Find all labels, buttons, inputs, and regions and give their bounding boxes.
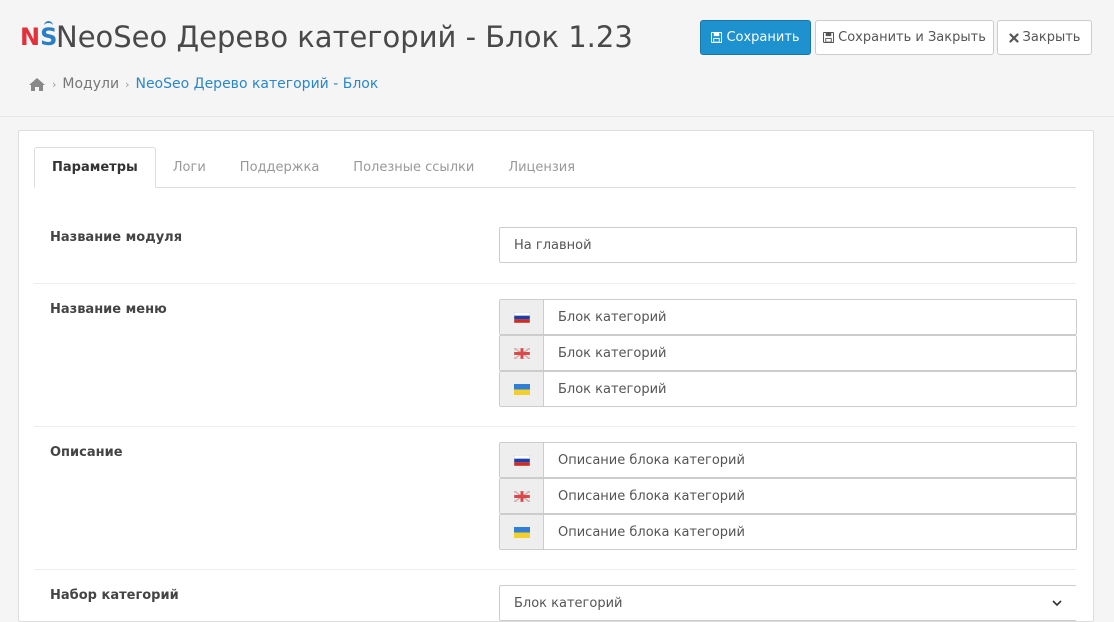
logo-letter-s: S <box>40 21 58 51</box>
flag-en-addon <box>500 336 544 370</box>
breadcrumb-item-modules[interactable]: Модули <box>62 76 119 92</box>
breadcrumb-separator: › <box>52 77 57 91</box>
close-icon <box>1008 32 1019 43</box>
module-name-row: Название модуля На главной <box>34 207 1077 283</box>
chevron-down-icon <box>1052 599 1062 606</box>
home-icon[interactable] <box>28 77 46 92</box>
flag-en-addon <box>500 479 544 513</box>
tab-support[interactable]: Поддержка <box>223 147 337 187</box>
menu-name-en-input[interactable]: Блок категорий <box>544 336 681 370</box>
menu-name-row: Название меню Блок категорий Блок катего… <box>34 283 1077 427</box>
description-en-input[interactable]: Описание блока категорий <box>544 479 759 513</box>
flag-ua-addon <box>500 515 544 549</box>
category-set-row: Набор категорий Блок категорий <box>34 569 1076 622</box>
breadcrumb: › Модули › NeoSeo Дерево категорий - Бло… <box>28 76 378 92</box>
tab-logs[interactable]: Логи <box>156 147 223 187</box>
flag-ru-icon <box>513 454 530 466</box>
menu-name-ru-input[interactable]: Блок категорий <box>544 300 681 334</box>
tab-bar: Параметры Логи Поддержка Полезные ссылки… <box>34 147 1076 188</box>
menu-name-label: Название меню <box>50 302 167 317</box>
module-name-label: Название модуля <box>50 230 183 245</box>
settings-panel: Параметры Логи Поддержка Полезные ссылки… <box>18 130 1094 622</box>
breadcrumb-separator: › <box>125 77 130 91</box>
menu-name-en-group: Блок категорий <box>499 335 1077 371</box>
flag-uk-icon <box>513 490 530 502</box>
description-en-group: Описание блока категорий <box>499 478 1077 514</box>
save-and-close-button-label: Сохранить и Закрыть <box>838 30 986 45</box>
flag-ru-addon <box>500 443 544 477</box>
close-button-label: Закрыть <box>1022 30 1081 45</box>
close-button[interactable]: Закрыть <box>997 20 1092 55</box>
flag-ua-icon <box>513 526 530 538</box>
tab-license[interactable]: Лицензия <box>491 147 592 187</box>
module-name-input[interactable]: На главной <box>499 227 1077 263</box>
flag-ua-icon <box>513 383 530 395</box>
flag-ua-addon <box>500 372 544 406</box>
logo-letter-n: N <box>20 23 41 51</box>
floppy-disk-icon <box>823 32 835 43</box>
menu-name-ua-input[interactable]: Блок категорий <box>544 372 681 406</box>
save-and-close-button[interactable]: Сохранить и Закрыть <box>815 20 994 55</box>
neoseo-logo: N S <box>20 21 58 51</box>
description-label: Описание <box>50 445 123 460</box>
category-set-selected-value: Блок категорий <box>514 595 623 611</box>
breadcrumb-item-current[interactable]: NeoSeo Дерево категорий - Блок <box>135 76 378 92</box>
save-button-label: Сохранить <box>726 30 800 45</box>
description-ua-input[interactable]: Описание блока категорий <box>544 515 759 549</box>
flag-uk-icon <box>513 347 530 359</box>
flag-ru-icon <box>513 311 530 323</box>
description-row: Описание Описание блока категорий Описан… <box>34 426 1077 570</box>
page-title: NeoSeo Дерево категорий - Блок 1.23 <box>56 20 633 54</box>
page-header: N S NeoSeo Дерево категорий - Блок 1.23 … <box>0 0 1114 117</box>
description-ru-group: Описание блока категорий <box>499 442 1077 478</box>
save-button[interactable]: Сохранить <box>700 20 811 55</box>
menu-name-ua-group: Блок категорий <box>499 371 1077 407</box>
tab-parameters[interactable]: Параметры <box>34 147 156 188</box>
description-ua-group: Описание блока категорий <box>499 514 1077 550</box>
tab-useful-links[interactable]: Полезные ссылки <box>336 147 491 187</box>
category-set-select[interactable]: Блок категорий <box>499 585 1076 621</box>
description-ru-input[interactable]: Описание блока категорий <box>544 443 759 477</box>
category-set-label: Набор категорий <box>50 588 179 603</box>
floppy-disk-icon <box>711 32 723 43</box>
flag-ru-addon <box>500 300 544 334</box>
menu-name-ru-group: Блок категорий <box>499 299 1077 335</box>
